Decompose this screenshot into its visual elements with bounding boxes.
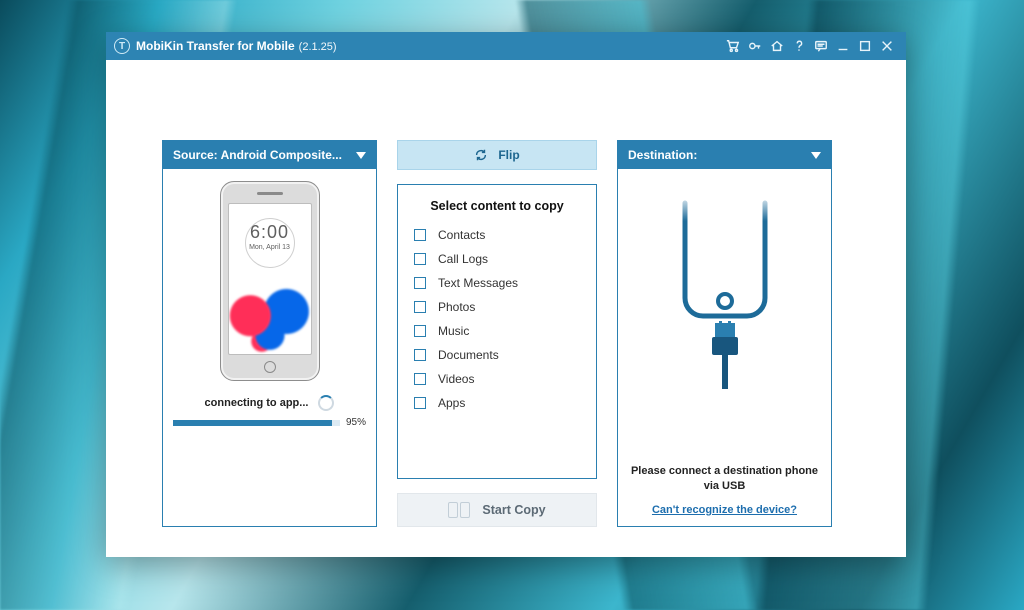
content-item-label: Apps (438, 396, 465, 410)
content-item[interactable]: Apps (414, 391, 580, 415)
spinner-icon (318, 395, 334, 411)
checkbox[interactable] (414, 373, 426, 385)
feedback-icon[interactable] (810, 36, 832, 56)
source-body: 6:00 Mon, April 13 connecting to app... (163, 169, 376, 526)
progress-bar (173, 420, 340, 426)
start-copy-button[interactable]: Start Copy (397, 493, 597, 527)
source-status-row: connecting to app... (173, 395, 366, 411)
source-phone-illustration: 6:00 Mon, April 13 (220, 181, 320, 381)
phone-clock-date: Mon, April 13 (229, 244, 311, 251)
content-item[interactable]: Text Messages (414, 271, 580, 295)
usb-phone-illustration (665, 183, 785, 458)
checkbox[interactable] (414, 397, 426, 409)
content-item-label: Documents (438, 348, 499, 362)
content-title: Select content to copy (414, 199, 580, 213)
content-item[interactable]: Videos (414, 367, 580, 391)
app-version: (2.1.25) (299, 41, 337, 53)
content-item[interactable]: Call Logs (414, 247, 580, 271)
content-item[interactable]: Documents (414, 343, 580, 367)
source-panel: Source: Android Composite... 6:00 Mon, A… (162, 140, 377, 527)
chevron-down-icon (356, 152, 366, 159)
content-item-label: Music (438, 324, 469, 338)
app-logo-icon: T (114, 38, 130, 54)
center-column: Flip Select content to copy Contacts Call… (397, 140, 597, 527)
minimize-button[interactable] (832, 36, 854, 56)
progress-percent: 95% (346, 417, 366, 428)
start-copy-label: Start Copy (482, 503, 545, 517)
flip-label: Flip (498, 148, 519, 162)
phone-clock-time: 6:00 (229, 222, 311, 243)
content-item[interactable]: Contacts (414, 223, 580, 247)
checkbox[interactable] (414, 301, 426, 313)
destination-panel: Destination: (617, 140, 832, 527)
source-dropdown[interactable]: Source: Android Composite... (163, 141, 376, 169)
checkbox[interactable] (414, 277, 426, 289)
source-progress: 95% (173, 417, 366, 428)
content-item-label: Videos (438, 372, 474, 386)
transfer-icon (448, 502, 470, 518)
content-item-label: Call Logs (438, 252, 488, 266)
cant-recognize-link[interactable]: Can't recognize the device? (652, 504, 797, 516)
checkbox[interactable] (414, 349, 426, 361)
chevron-down-icon (811, 152, 821, 159)
source-header-label: Source: Android Composite... (173, 148, 342, 162)
cart-icon[interactable] (722, 36, 744, 56)
refresh-icon (474, 148, 488, 162)
source-status-text: connecting to app... (205, 397, 309, 409)
home-icon[interactable] (766, 36, 788, 56)
content-select-box: Select content to copy Contacts Call Logs… (397, 184, 597, 479)
title-group: MobiKin Transfer for Mobile (2.1.25) (136, 39, 337, 53)
checkbox[interactable] (414, 253, 426, 265)
destination-dropdown[interactable]: Destination: (618, 141, 831, 169)
content-item-label: Photos (438, 300, 475, 314)
maximize-button[interactable] (854, 36, 876, 56)
app-window: T MobiKin Transfer for Mobile (2.1.25) (106, 32, 906, 557)
close-button[interactable] (876, 36, 898, 56)
destination-body: Please connect a destination phone via U… (618, 169, 831, 526)
titlebar: T MobiKin Transfer for Mobile (2.1.25) (106, 32, 906, 60)
checkbox[interactable] (414, 325, 426, 337)
content-item[interactable]: Photos (414, 295, 580, 319)
flip-button[interactable]: Flip (397, 140, 597, 170)
destination-header-label: Destination: (628, 148, 697, 162)
content-item-label: Contacts (438, 228, 485, 242)
content-item[interactable]: Music (414, 319, 580, 343)
app-name: MobiKin Transfer for Mobile (136, 39, 295, 53)
app-body: Source: Android Composite... 6:00 Mon, A… (106, 60, 906, 557)
destination-message: Please connect a destination phone via U… (631, 464, 818, 494)
checkbox[interactable] (414, 229, 426, 241)
content-item-label: Text Messages (438, 276, 518, 290)
key-icon[interactable] (744, 36, 766, 56)
help-icon[interactable] (788, 36, 810, 56)
